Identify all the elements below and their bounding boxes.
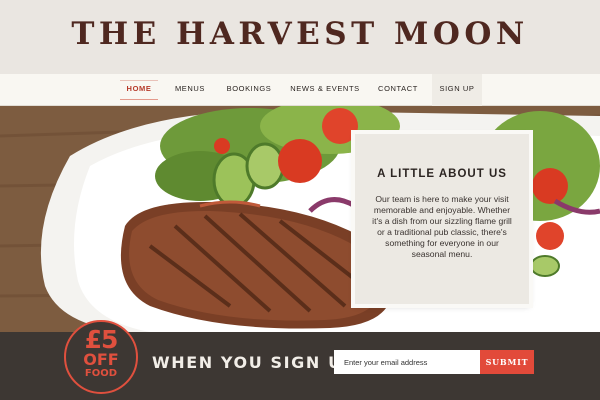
main-nav: HOME MENUS BOOKINGS NEWS & EVENTS CONTAC… [0,74,600,106]
five-off-badge: £5 OFF FOOD [64,320,138,394]
nav-home[interactable]: HOME [120,74,158,106]
signup-headline: WHEN YOU SIGN UP [152,353,356,372]
nav-sign-up[interactable]: SIGN UP [432,74,482,106]
email-input[interactable] [334,350,480,374]
about-text: Our team is here to make your visit memo… [372,194,512,259]
nav-news-events[interactable]: NEWS & EVENTS [288,74,362,106]
site-header: THE HARVEST MOON [0,0,600,74]
about-panel: A LITTLE ABOUT US Our team is here to ma… [355,134,529,304]
badge-off: OFF [83,350,119,369]
submit-button[interactable]: SUBMIT [480,350,534,374]
nav-bookings[interactable]: BOOKINGS [222,74,276,106]
badge-food: FOOD [84,368,118,379]
nav-contact[interactable]: CONTACT [374,74,422,106]
about-title: A LITTLE ABOUT US [377,168,507,180]
nav-menus[interactable]: MENUS [170,74,210,106]
brand-title[interactable]: THE HARVEST MOON [0,12,600,56]
